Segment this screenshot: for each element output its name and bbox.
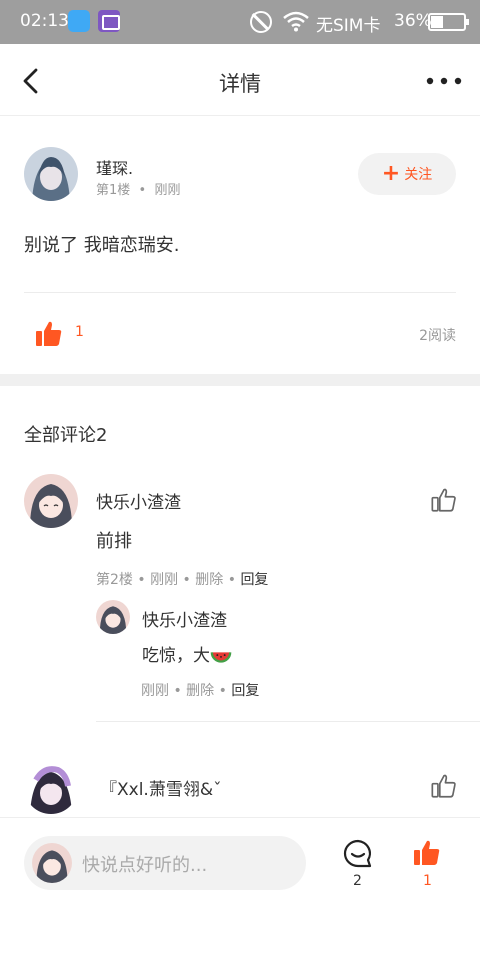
bottom-bar: 快说点好听的... 2 1 xyxy=(0,817,480,960)
meta-dot: • xyxy=(182,572,196,588)
reply-text-row: 吃惊，大 xyxy=(142,641,232,667)
thumbs-up-outline-icon[interactable] xyxy=(430,772,458,800)
like-count: 1 xyxy=(423,873,432,889)
comment-placeholder: 快说点好听的... xyxy=(82,855,208,876)
reply-time: 刚刚 xyxy=(141,683,169,699)
thumbs-up-filled-icon[interactable] xyxy=(34,319,64,349)
post-like-count: 1 xyxy=(75,324,84,340)
comment-floor: 第2楼 xyxy=(96,572,133,588)
commenter-avatar[interactable] xyxy=(24,760,78,814)
reply-meta: 刚刚 • 删除 • 回复 xyxy=(141,680,259,700)
battery-icon xyxy=(428,13,469,31)
plus-icon: + xyxy=(381,161,401,186)
do-not-disturb-icon xyxy=(250,11,272,33)
meta-dot: • xyxy=(134,183,151,198)
reply-author-name[interactable]: 快乐小渣渣 xyxy=(142,606,227,631)
comments-header: 全部评论2 xyxy=(24,425,108,446)
comment-author-name[interactable]: 『Xxl.萧雪翎&ˇ xyxy=(100,775,222,800)
reply-link[interactable]: 回复 xyxy=(231,683,259,699)
post-meta: 第1楼 • 刚刚 xyxy=(96,179,181,198)
meta-dot: • xyxy=(137,572,151,588)
reply-link[interactable]: 回复 xyxy=(240,572,268,588)
follow-button[interactable]: + 关注 xyxy=(358,153,456,195)
my-avatar xyxy=(32,843,72,883)
comment-author-name[interactable]: 快乐小渣渣 xyxy=(96,488,181,513)
post-content: 别说了 我暗恋瑞安. xyxy=(24,235,180,256)
divider xyxy=(24,292,456,293)
status-time: 02:13 xyxy=(20,11,69,31)
meta-dot: • xyxy=(173,683,187,699)
page-title: 详情 xyxy=(219,72,261,96)
post-time: 刚刚 xyxy=(154,183,181,198)
reply-avatar[interactable] xyxy=(96,600,130,634)
nav-bar: 详情 xyxy=(0,44,480,116)
thumbs-up-outline-icon[interactable] xyxy=(430,486,458,514)
comment-meta: 第2楼 • 刚刚 • 删除 • 回复 xyxy=(96,569,268,589)
post: 瑾琛. 第1楼 • 刚刚 + 关注 别说了 我暗恋瑞安. 1 2阅读 xyxy=(0,117,480,375)
comment-bubble-icon[interactable] xyxy=(342,838,374,870)
author-avatar[interactable] xyxy=(24,147,78,201)
delete-link[interactable]: 删除 xyxy=(186,683,214,699)
comment-time: 刚刚 xyxy=(150,572,179,588)
thumbs-up-filled-icon[interactable] xyxy=(412,838,442,868)
wifi-icon xyxy=(283,11,309,32)
gallery-notification-icon xyxy=(98,10,120,32)
divider xyxy=(96,721,480,722)
watermelon-emoji-icon xyxy=(210,652,232,663)
meta-dot: • xyxy=(227,572,241,588)
commenter-avatar[interactable] xyxy=(24,474,78,528)
delete-link[interactable]: 删除 xyxy=(195,572,223,588)
post-floor: 第1楼 xyxy=(96,183,131,198)
comment-text: 前排 xyxy=(96,531,132,552)
author-name[interactable]: 瑾琛. xyxy=(96,155,133,179)
battery-percent: 36% xyxy=(394,11,432,31)
more-dots-icon[interactable] xyxy=(424,66,464,96)
sim-status: 无SIM卡 xyxy=(316,16,381,36)
comment-count: 2 xyxy=(353,873,362,889)
comment-input[interactable]: 快说点好听的... xyxy=(24,836,306,890)
read-count: 2阅读 xyxy=(419,328,456,344)
status-bar: 02:13 无SIM卡 36% xyxy=(0,0,480,44)
section-gap xyxy=(0,374,480,386)
meta-dot: • xyxy=(218,683,232,699)
reply-text: 吃惊，大 xyxy=(142,646,210,666)
app-notification-icon xyxy=(68,10,90,32)
follow-label: 关注 xyxy=(404,167,433,183)
